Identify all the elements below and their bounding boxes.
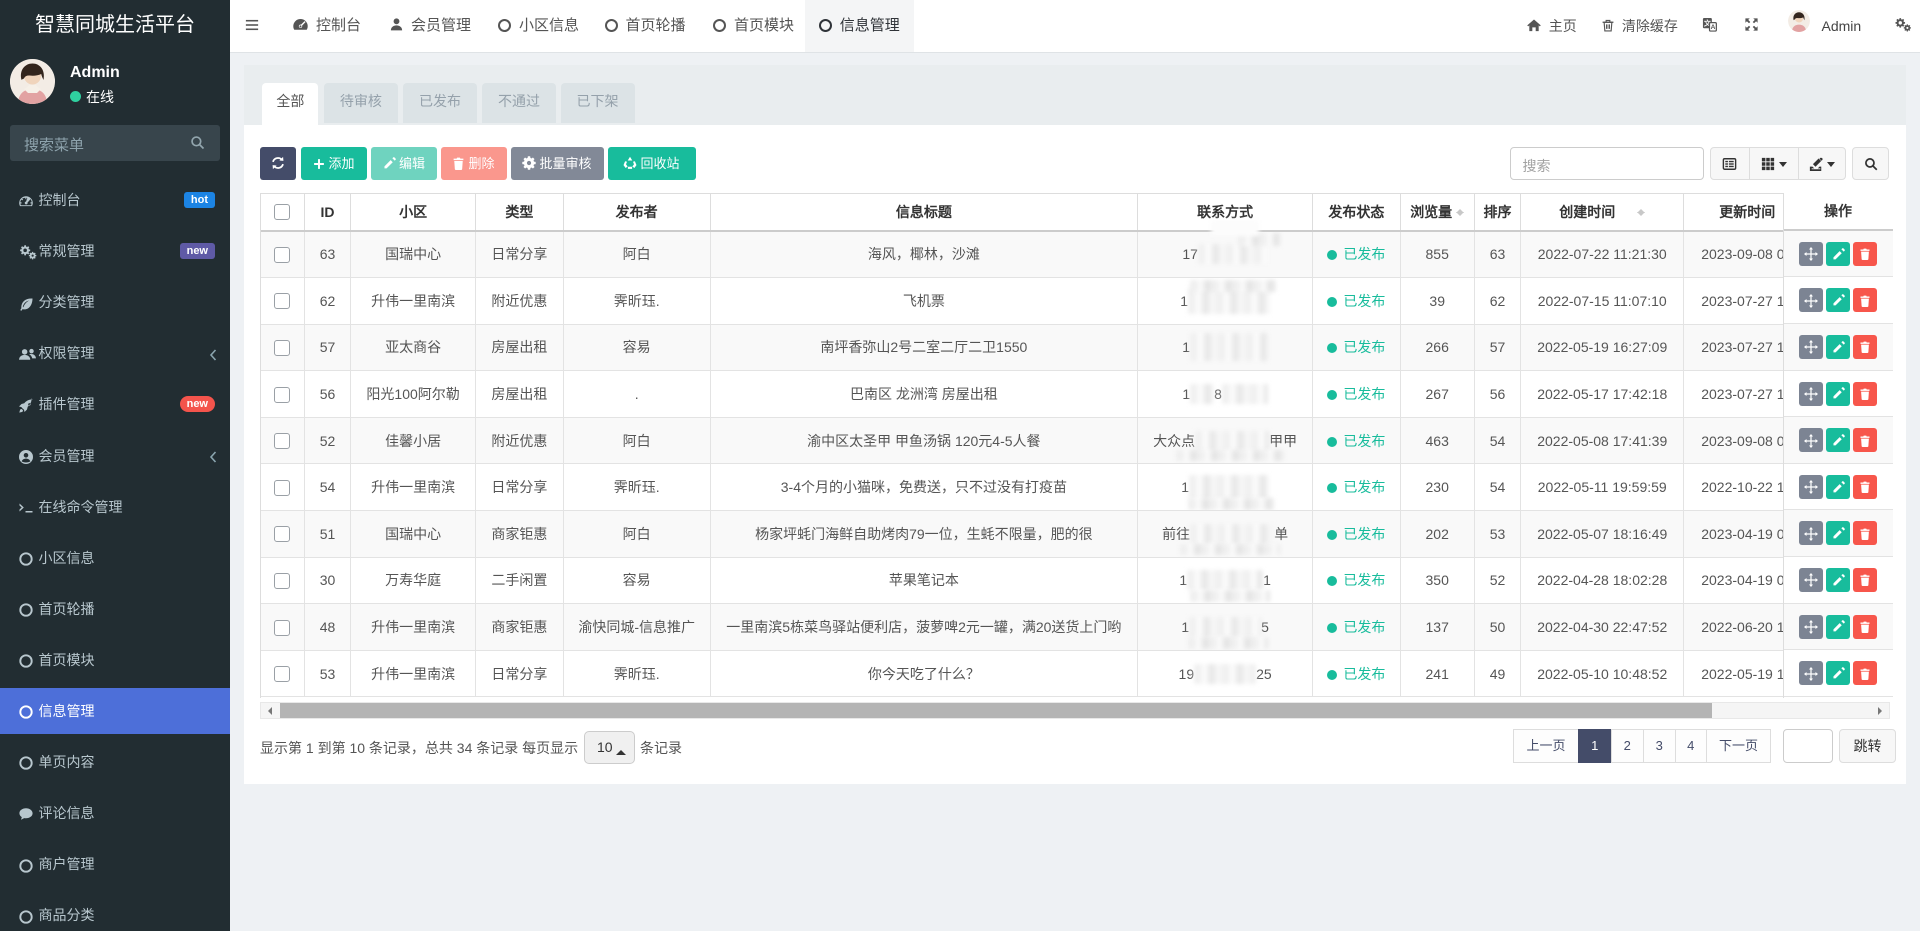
svg-text:A: A — [1710, 24, 1715, 31]
